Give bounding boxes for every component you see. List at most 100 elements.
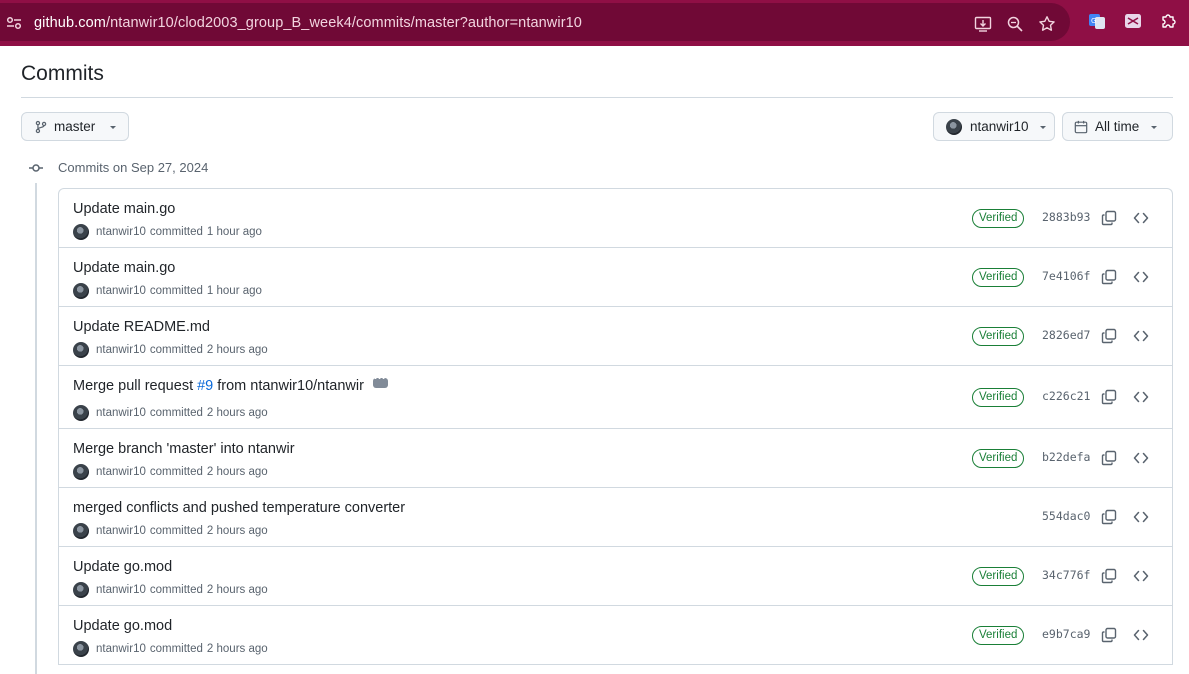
pull-request-link[interactable]: #9 [197, 378, 213, 394]
commit-sha-link[interactable]: 554dac0 [1042, 509, 1090, 523]
commit-sha-link[interactable]: 7e4106f [1042, 269, 1090, 283]
avatar[interactable] [73, 224, 89, 240]
verified-badge[interactable]: Verified [972, 449, 1025, 468]
commit-title-link[interactable]: Update go.mod [73, 559, 172, 575]
commit-author-link[interactable]: ntanwir10 [96, 525, 146, 537]
commit-sha-link[interactable]: 2826ed7 [1042, 328, 1090, 342]
copy-icon[interactable] [1101, 389, 1117, 405]
copy-icon[interactable] [1101, 627, 1117, 643]
commit-action: committed [149, 466, 203, 478]
browse-code-icon[interactable] [1133, 269, 1149, 285]
branch-selector-button[interactable]: master [21, 112, 129, 141]
copy-icon[interactable] [1101, 210, 1117, 226]
verified-badge[interactable]: Verified [972, 209, 1025, 228]
commit-meta: ntanwir10 committed 2 hours ago [73, 582, 268, 598]
author-filter-label: ntanwir10 [970, 119, 1029, 134]
install-app-icon[interactable] [974, 15, 992, 33]
commit-title-link[interactable]: Merge pull request #9 from ntanwir10/nta… [73, 371, 388, 394]
commit-sha-link[interactable]: 34c776f [1042, 568, 1090, 582]
author-avatar [946, 118, 962, 135]
commit-action: committed [149, 407, 203, 419]
commit-title-link[interactable]: Update main.go [73, 201, 175, 217]
commit-time: 2 hours ago [206, 407, 268, 419]
commit-author-link[interactable]: ntanwir10 [96, 226, 146, 238]
url-host: github.com [34, 15, 106, 31]
commit-row: Update go.mod ntanwir10 committed 2 hour… [59, 547, 1172, 606]
commit-row: Update README.md ntanwir10 committed 2 h… [59, 307, 1172, 366]
timeline-line [35, 183, 37, 674]
url-text[interactable]: github.com/ntanwir10/clod2003_group_B_we… [34, 15, 582, 31]
commit-title-link[interactable]: Update main.go [73, 260, 175, 276]
commit-title-link[interactable]: Update README.md [73, 319, 210, 335]
browse-code-icon[interactable] [1133, 568, 1149, 584]
commit-title-link[interactable]: Update go.mod [73, 618, 172, 634]
commit-title-link[interactable]: merged conflicts and pushed temperature … [73, 500, 405, 516]
commit-author-link[interactable]: ntanwir10 [96, 466, 146, 478]
commit-meta: ntanwir10 committed 2 hours ago [73, 405, 268, 421]
verified-badge[interactable]: Verified [972, 268, 1025, 287]
bookmark-star-icon[interactable] [1038, 15, 1056, 33]
browse-code-icon[interactable] [1133, 450, 1149, 466]
commit-sha-link[interactable]: e9b7ca9 [1042, 627, 1090, 641]
commit-sha-link[interactable]: b22defa [1042, 450, 1090, 464]
commit-list: Update main.go ntanwir10 committed 1 hou… [58, 188, 1173, 665]
address-bar[interactable]: github.com/ntanwir10/clod2003_group_B_we… [0, 3, 1070, 41]
time-filter-button[interactable]: All time [1062, 112, 1173, 141]
commit-action: committed [149, 344, 203, 356]
commit-author-link[interactable]: ntanwir10 [96, 285, 146, 297]
copy-icon[interactable] [1101, 509, 1117, 525]
avatar[interactable] [73, 523, 89, 539]
browse-code-icon[interactable] [1133, 328, 1149, 344]
author-filter-button[interactable]: ntanwir10 [933, 112, 1055, 141]
site-settings-icon[interactable] [6, 16, 22, 30]
commit-author-link[interactable]: ntanwir10 [96, 584, 146, 596]
avatar[interactable] [73, 405, 89, 421]
verified-badge[interactable]: Verified [972, 327, 1025, 346]
commit-sha-link[interactable]: c226c21 [1042, 389, 1090, 403]
verified-badge[interactable]: Verified [972, 567, 1025, 586]
browse-code-icon[interactable] [1133, 627, 1149, 643]
commit-time: 2 hours ago [206, 584, 268, 596]
copy-icon[interactable] [1101, 269, 1117, 285]
avatar[interactable] [73, 342, 89, 358]
avatar[interactable] [73, 641, 89, 657]
commit-sha-link[interactable]: 2883b93 [1042, 210, 1090, 224]
avatar[interactable] [73, 464, 89, 480]
commit-row: Update main.go ntanwir10 committed 1 hou… [59, 189, 1172, 248]
commit-meta: ntanwir10 committed 1 hour ago [73, 283, 262, 299]
commit-time: 2 hours ago [206, 466, 268, 478]
commit-title-prefix: Merge pull request [73, 378, 194, 394]
verified-badge[interactable]: Verified [972, 626, 1025, 645]
commit-title-suffix: from ntanwir10/ntanwir [217, 378, 364, 394]
copy-icon[interactable] [1101, 450, 1117, 466]
browse-code-icon[interactable] [1133, 389, 1149, 405]
commit-author-link[interactable]: ntanwir10 [96, 643, 146, 655]
commit-title-link[interactable]: Merge branch 'master' into ntanwir [73, 441, 295, 457]
avatar[interactable] [73, 582, 89, 598]
commit-time: 2 hours ago [206, 643, 268, 655]
browse-code-icon[interactable] [1133, 210, 1149, 226]
copy-icon[interactable] [1101, 568, 1117, 584]
commit-author-link[interactable]: ntanwir10 [96, 407, 146, 419]
verified-badge[interactable]: Verified [972, 388, 1025, 407]
copy-icon[interactable] [1101, 328, 1117, 344]
branch-label: master [54, 119, 96, 134]
commit-time: 1 hour ago [206, 285, 262, 297]
browse-code-icon[interactable] [1133, 509, 1149, 525]
translate-extension-icon[interactable]: G [1088, 12, 1106, 30]
commit-row: merged conflicts and pushed temperature … [59, 488, 1172, 547]
extensions-puzzle-icon[interactable] [1160, 12, 1178, 30]
commit-action: committed [149, 643, 203, 655]
commit-meta: ntanwir10 committed 2 hours ago [73, 464, 268, 480]
commit-meta: ntanwir10 committed 2 hours ago [73, 342, 268, 358]
expand-description-button[interactable] [372, 371, 388, 388]
commit-author-link[interactable]: ntanwir10 [96, 344, 146, 356]
url-path: /ntanwir10/clod2003_group_B_week4/commit… [105, 15, 582, 31]
mail-extension-icon[interactable] [1124, 12, 1142, 30]
commit-action: committed [149, 226, 203, 238]
commit-row: Update go.mod ntanwir10 committed 2 hour… [59, 606, 1172, 665]
commit-row: Merge branch 'master' into ntanwir ntanw… [59, 429, 1172, 488]
avatar[interactable] [73, 283, 89, 299]
zoom-icon[interactable] [1006, 15, 1024, 33]
commit-time: 2 hours ago [206, 525, 268, 537]
